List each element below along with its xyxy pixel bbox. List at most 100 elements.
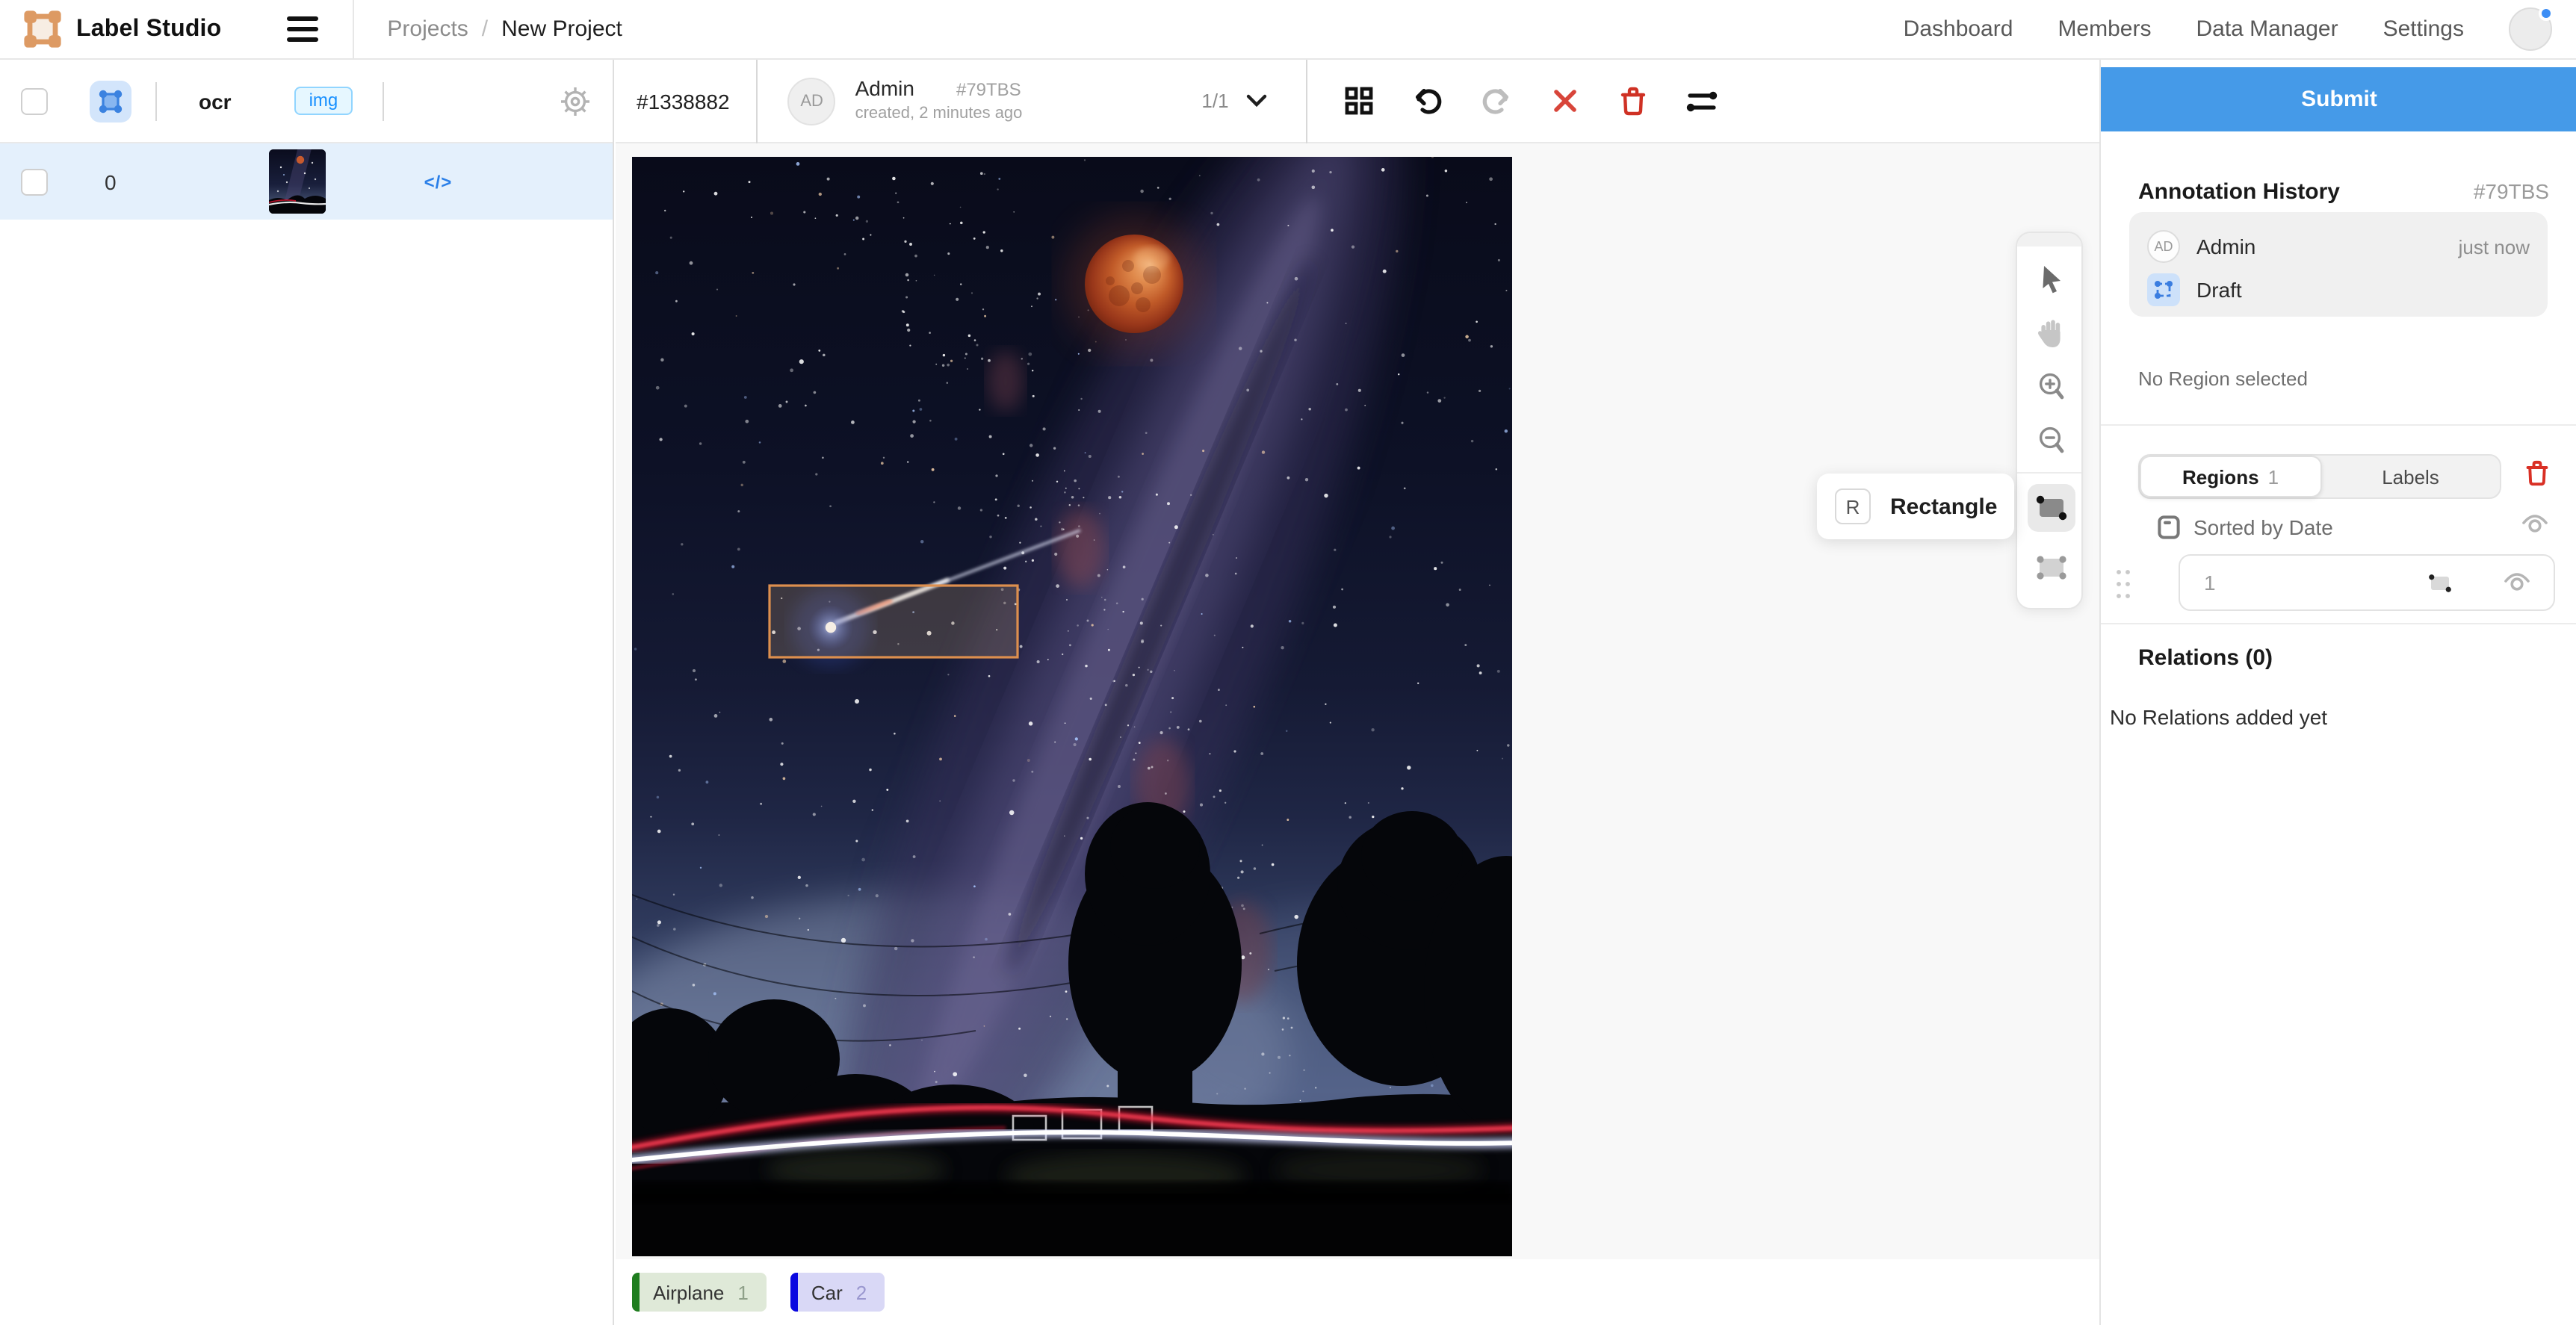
header-divider <box>383 81 384 120</box>
annotator-name: Admin <box>855 77 914 103</box>
rectangle-3point-tool-button[interactable] <box>2017 538 2084 598</box>
label-studio-app: Label Studio Projects / New Project Dash… <box>0 0 2576 1325</box>
zoom-in-icon <box>2036 372 2066 402</box>
region-item[interactable]: 1 <box>2179 554 2555 611</box>
notification-dot <box>2539 6 2554 21</box>
annotation-created-time: created, 2 minutes ago <box>855 105 1023 125</box>
panel-divider <box>2101 424 2576 426</box>
task-index: 0 <box>105 170 117 193</box>
grid-view-button[interactable] <box>1341 83 1377 119</box>
redo-button[interactable] <box>1479 83 1514 119</box>
nav-link-data-manager[interactable]: Data Manager <box>2196 16 2338 42</box>
delete-regions-button[interactable] <box>2525 459 2549 494</box>
rectangle-tool-button[interactable] <box>2017 478 2084 538</box>
annotation-history-title: Annotation History <box>2138 179 2340 205</box>
history-time: just now <box>2459 235 2530 258</box>
delete-annotation-button[interactable] <box>1616 83 1652 119</box>
toggle-all-visibility-button[interactable] <box>2521 513 2549 542</box>
task-image[interactable] <box>632 157 1512 1256</box>
annotation-id: #79TBS <box>956 80 1021 102</box>
gear-icon[interactable] <box>559 85 592 125</box>
relations-empty-text: No Relations added yet <box>2110 705 2327 729</box>
brand[interactable]: Label Studio <box>0 9 221 49</box>
region-id: 1 <box>2204 571 2216 595</box>
task-id: #1338882 <box>637 89 730 113</box>
code-icon[interactable]: </> <box>424 171 453 192</box>
region-rectangle-icon <box>2427 571 2453 594</box>
chevron-down-icon <box>1247 94 1268 108</box>
trash-icon <box>1620 86 1647 116</box>
hotkey-badge: R <box>1835 488 1871 524</box>
history-entry[interactable]: AD Admin just now Draft <box>2129 212 2548 317</box>
label-studio-logo-icon <box>22 9 63 49</box>
label-airplane[interactable]: Airplane 1 <box>632 1273 767 1312</box>
breadcrumb-projects[interactable]: Projects <box>387 16 468 42</box>
regions-grid-button[interactable] <box>90 80 131 122</box>
grid-icon <box>1345 87 1373 115</box>
task-row[interactable]: 0 <box>0 143 613 220</box>
task-checkbox[interactable] <box>21 168 48 195</box>
tool-palette <box>2016 232 2083 609</box>
region-list-item: 1 <box>2101 553 2576 612</box>
no-region-text: No Region selected <box>2138 367 2308 390</box>
annotation-history-id: #79TBS <box>2474 179 2549 203</box>
panel-divider <box>2101 623 2576 624</box>
zoom-out-button[interactable] <box>2017 414 2084 468</box>
copy-previous-button[interactable] <box>1685 83 1721 119</box>
brand-title: Label Studio <box>76 16 221 43</box>
eye-icon[interactable] <box>2503 572 2531 593</box>
nav-link-settings[interactable]: Settings <box>2383 16 2464 42</box>
task-list-panel: ocr img 0 <box>0 60 614 1325</box>
nav-link-dashboard[interactable]: Dashboard <box>1904 16 2013 42</box>
zoom-in-button[interactable] <box>2017 360 2084 414</box>
breadcrumb-current-project: New Project <box>501 16 622 42</box>
select-all-checkbox[interactable] <box>21 87 48 114</box>
rectangle-tool-tooltip: R Rectangle <box>1817 474 2014 539</box>
move-tool-button[interactable] <box>2017 252 2084 306</box>
annotation-pager[interactable]: 1/1 <box>1201 90 1267 112</box>
top-navbar: Label Studio Projects / New Project Dash… <box>0 0 2576 60</box>
sort-icon[interactable] <box>2158 515 2180 539</box>
sorted-by-label[interactable]: Sorted by Date <box>2193 515 2333 539</box>
breadcrumb: Projects / New Project <box>387 16 622 42</box>
nav-link-members[interactable]: Members <box>2058 16 2151 42</box>
regions-labels-tabs: Regions 1 Labels <box>2138 454 2501 499</box>
pan-tool-button[interactable] <box>2017 306 2084 360</box>
regions-count: 1 <box>2268 465 2279 488</box>
palette-drag-handle[interactable] <box>2017 233 2081 246</box>
navbar-links: Dashboard Members Data Manager Settings <box>1904 7 2576 51</box>
annotation-region-rectangle[interactable] <box>770 586 1018 657</box>
trash-icon <box>2525 459 2549 486</box>
undo-button[interactable] <box>1410 83 1446 119</box>
task-thumbnail[interactable] <box>269 149 326 214</box>
drag-handle[interactable] <box>2114 566 2132 599</box>
relations-title: Relations (0) <box>2138 645 2273 671</box>
menu-icon[interactable] <box>287 11 323 47</box>
tab-labels[interactable]: Labels <box>2321 456 2500 497</box>
history-status: Draft <box>2196 278 2242 302</box>
rectangle-3point-tool-icon <box>2033 553 2069 583</box>
annotation-workspace: #1338882 AD Admin #79TBS created, 2 minu… <box>616 60 2099 1325</box>
label-car[interactable]: Car 2 <box>790 1273 885 1312</box>
redo-icon <box>1481 86 1512 116</box>
submit-button[interactable]: Submit <box>2101 67 2576 131</box>
img-type-tag[interactable]: img <box>294 87 353 115</box>
draft-icon <box>2147 273 2180 306</box>
cursor-icon <box>2037 264 2064 294</box>
column-field-label[interactable]: ocr <box>199 89 232 113</box>
label-color-stripe <box>790 1273 798 1312</box>
undo-icon <box>1412 86 1443 116</box>
palette-divider <box>2017 472 2081 474</box>
labels-strip: Airplane 1 Car 2 <box>616 1259 2099 1325</box>
reject-button[interactable] <box>1547 83 1583 119</box>
annotator-info: Admin #79TBS created, 2 minutes ago <box>855 77 1023 125</box>
annotation-toolbar: #1338882 AD Admin #79TBS created, 2 minu… <box>616 60 2099 143</box>
tooltip-label: Rectangle <box>1890 494 1997 519</box>
close-icon <box>1552 88 1578 114</box>
rectangle-handles-icon <box>97 87 124 114</box>
user-avatar[interactable] <box>2509 7 2552 51</box>
tab-regions[interactable]: Regions 1 <box>2140 456 2321 497</box>
annotator-avatar: AD <box>788 77 836 125</box>
eye-icon <box>2521 513 2549 534</box>
hand-icon <box>2037 318 2065 348</box>
